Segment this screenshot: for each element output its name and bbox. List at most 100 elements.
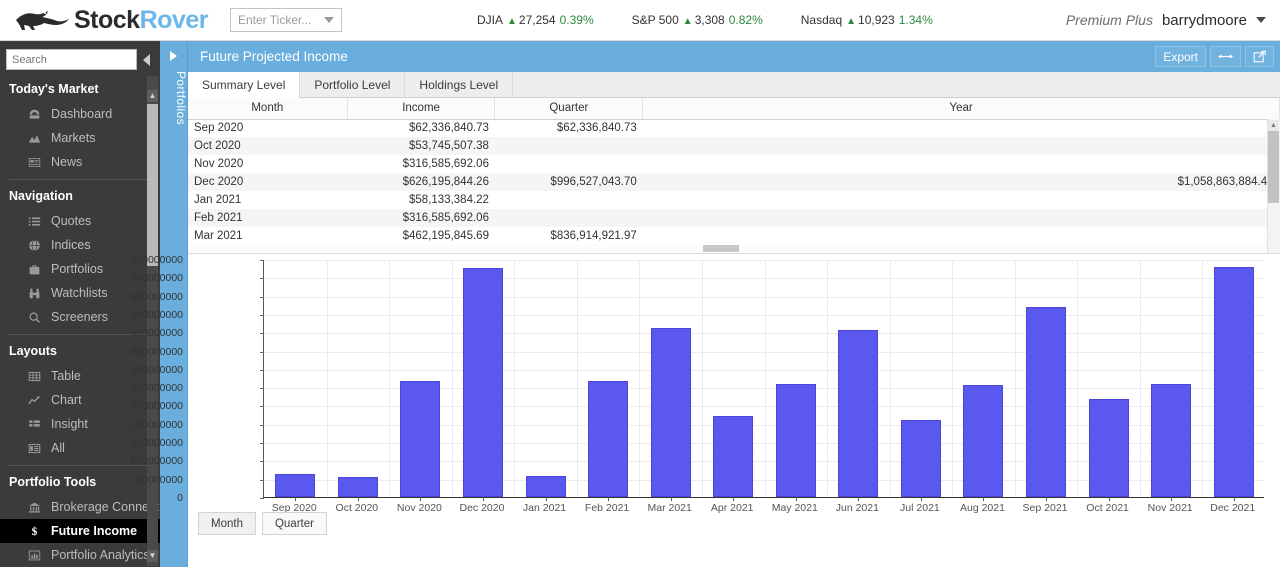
account-area[interactable]: Premium Plus barrydmoore bbox=[1066, 12, 1266, 29]
chart-y-tick bbox=[260, 388, 264, 389]
chart-x-tick bbox=[1234, 497, 1235, 501]
resize-button[interactable] bbox=[1210, 46, 1241, 67]
table-row[interactable]: Jan 2021 $58,133,384.22 bbox=[188, 191, 1280, 209]
chart-x-label: Jul 2021 bbox=[900, 502, 940, 514]
chart-y-label: 500000000 bbox=[63, 309, 183, 321]
chart-bar[interactable] bbox=[400, 381, 440, 497]
scroll-down-icon[interactable]: ▼ bbox=[147, 550, 158, 562]
cell-year bbox=[643, 119, 1280, 137]
chart-bar[interactable] bbox=[776, 384, 816, 498]
tab-holdings-level[interactable]: Holdings Level bbox=[405, 72, 513, 98]
chart-bar[interactable] bbox=[275, 474, 315, 497]
sidebar-item-portfolio-analytics[interactable]: Portfolio Analytics bbox=[0, 543, 160, 566]
dollar-sign-icon: $ bbox=[26, 524, 43, 538]
chart-y-label: 100000000 bbox=[63, 455, 183, 467]
chart-bar[interactable] bbox=[1026, 307, 1066, 497]
bar-chart-icon bbox=[26, 549, 43, 562]
table-row[interactable]: Dec 2020 $626,195,844.26 $996,527,043.70… bbox=[188, 173, 1280, 191]
chevron-down-icon[interactable] bbox=[1256, 17, 1266, 23]
index-sp500[interactable]: S&P 500▲3,3080.82% bbox=[632, 13, 763, 27]
column-header-month[interactable]: Month bbox=[188, 98, 347, 119]
chart-bar[interactable] bbox=[1089, 399, 1129, 497]
chart-y-tick bbox=[260, 278, 264, 279]
chart-vertical-gridline bbox=[1015, 260, 1016, 497]
tab-portfolio-level[interactable]: Portfolio Level bbox=[300, 72, 405, 98]
chart-bar[interactable] bbox=[1214, 267, 1254, 497]
chart-y-tick bbox=[260, 443, 264, 444]
portfolios-vertical-tab[interactable]: Portfolios bbox=[160, 41, 188, 567]
sidebar-item-future-income[interactable]: $ Future Income bbox=[0, 519, 160, 543]
cell-year bbox=[643, 191, 1280, 209]
expand-right-icon[interactable] bbox=[170, 51, 177, 61]
gauge-icon bbox=[26, 108, 43, 121]
chart-bar[interactable] bbox=[713, 416, 753, 497]
table-scrollbar-thumb[interactable] bbox=[1268, 131, 1279, 203]
ticker-search-box[interactable]: Enter Ticker... bbox=[230, 8, 342, 32]
collapse-left-icon[interactable] bbox=[143, 54, 150, 66]
binoculars-icon bbox=[26, 287, 43, 300]
chart-x-tick bbox=[295, 497, 296, 501]
all-panels-icon bbox=[26, 442, 43, 455]
search-input[interactable] bbox=[6, 49, 137, 70]
chart-x-label: May 2021 bbox=[772, 502, 818, 514]
index-djia[interactable]: DJIA▲27,2540.39% bbox=[477, 13, 594, 27]
sidebar-item-news[interactable]: News bbox=[0, 150, 160, 174]
sidebar-item-label: Indices bbox=[51, 238, 91, 252]
sidebar-scrollbar-thumb[interactable] bbox=[147, 104, 158, 266]
chart-bar[interactable] bbox=[901, 420, 941, 497]
column-header-quarter[interactable]: Quarter bbox=[495, 98, 643, 119]
chevron-down-icon[interactable] bbox=[324, 17, 334, 23]
sidebar-item-quotes[interactable]: Quotes bbox=[0, 209, 160, 233]
chart-bar[interactable] bbox=[651, 328, 691, 497]
chart-vertical-gridline bbox=[702, 260, 703, 497]
index-nasdaq[interactable]: Nasdaq▲10,9231.34% bbox=[801, 13, 933, 27]
table-horizontal-scrollbar[interactable] bbox=[188, 244, 1267, 253]
tab-summary-level[interactable]: Summary Level bbox=[188, 72, 300, 98]
chart-bar[interactable] bbox=[1151, 384, 1191, 497]
scroll-up-icon[interactable]: ▲ bbox=[147, 90, 158, 102]
chart-bar[interactable] bbox=[588, 381, 628, 497]
sidebar-item-dashboard[interactable]: Dashboard bbox=[0, 102, 160, 126]
chart-gridline bbox=[264, 278, 1264, 279]
chart-bar[interactable] bbox=[338, 477, 378, 497]
table-row[interactable]: Sep 2020 $62,336,840.73 $62,336,840.73 bbox=[188, 119, 1280, 137]
table-hscrollbar-thumb[interactable] bbox=[703, 245, 739, 252]
popout-button[interactable] bbox=[1245, 46, 1274, 67]
cell-month: Mar 2021 bbox=[188, 227, 347, 245]
chart-bar[interactable] bbox=[838, 330, 878, 497]
table-row[interactable]: Oct 2020 $53,745,507.38 bbox=[188, 137, 1280, 155]
sidebar: ▲ ▼ Today's Market Dashboard Markets bbox=[0, 41, 160, 567]
up-arrow-icon: ▲ bbox=[846, 16, 856, 27]
chart-x-label: Sep 2021 bbox=[1023, 502, 1068, 514]
table-row[interactable]: Mar 2021 $462,195,845.69 $836,914,921.97 bbox=[188, 227, 1280, 245]
table-scroll-up-icon[interactable]: ▲ bbox=[1268, 120, 1279, 131]
table-row[interactable]: Feb 2021 $316,585,692.06 bbox=[188, 209, 1280, 227]
chart-y-tick bbox=[260, 370, 264, 371]
chart-bar[interactable] bbox=[463, 268, 503, 497]
cell-year bbox=[643, 137, 1280, 155]
chart-bar[interactable] bbox=[963, 385, 1003, 497]
newspaper-icon bbox=[26, 156, 43, 169]
month-button[interactable]: Month bbox=[198, 512, 256, 535]
chart-y-tick bbox=[260, 315, 264, 316]
export-button[interactable]: Export bbox=[1155, 46, 1206, 67]
chart-bar[interactable] bbox=[526, 476, 566, 497]
chart-x-tick bbox=[608, 497, 609, 501]
table-row[interactable]: Nov 2020 $316,585,692.06 bbox=[188, 155, 1280, 173]
cell-income: $62,336,840.73 bbox=[347, 119, 495, 137]
cell-year: $1,058,863,884.43 bbox=[643, 173, 1280, 191]
app-logo[interactable]: StockRover bbox=[14, 6, 208, 35]
chart-x-label: Nov 2020 bbox=[397, 502, 442, 514]
chart-y-tick bbox=[260, 461, 264, 462]
quarter-button[interactable]: Quarter bbox=[262, 512, 327, 535]
chart-gridline bbox=[264, 315, 1264, 316]
sidebar-item-label: Markets bbox=[51, 131, 95, 145]
column-header-income[interactable]: Income bbox=[347, 98, 495, 119]
sidebar-item-markets[interactable]: Markets bbox=[0, 126, 160, 150]
index-name: Nasdaq bbox=[801, 13, 842, 27]
chart-gridline bbox=[264, 352, 1264, 353]
sidebar-divider bbox=[9, 179, 151, 180]
bank-icon bbox=[26, 501, 43, 514]
index-value: 27,254 bbox=[519, 13, 556, 27]
column-header-year[interactable]: Year bbox=[643, 98, 1280, 119]
